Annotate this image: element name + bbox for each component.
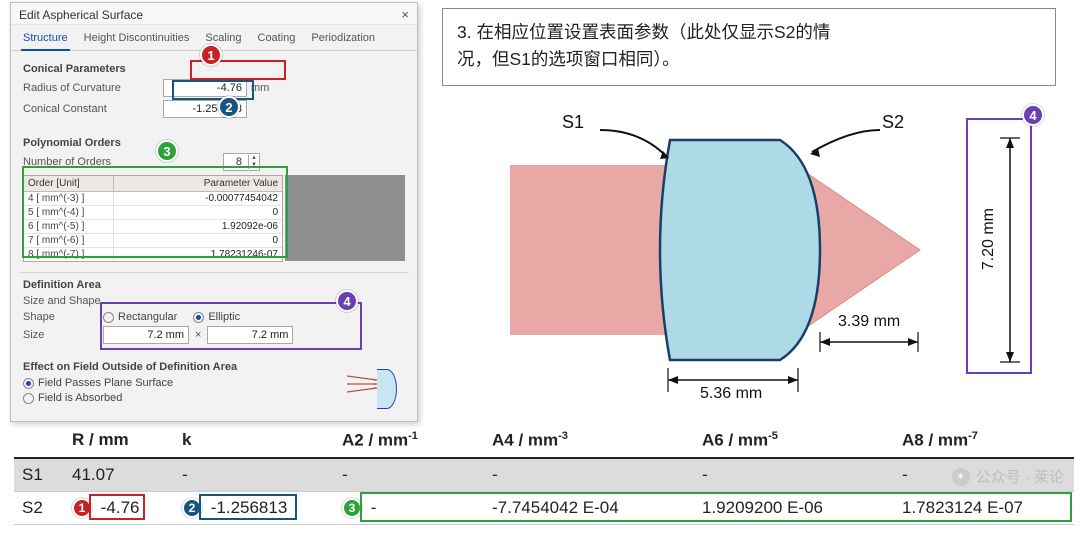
table-row-s2: S2 1 -4.76 2 -1.256813 3 - xyxy=(14,491,1074,525)
s2-name: S2 xyxy=(14,491,64,525)
effect-pass-radio[interactable]: Field Passes Plane Surface xyxy=(23,377,173,389)
spinner-up-icon[interactable]: ▲ xyxy=(249,155,259,162)
tab-coating[interactable]: Coating xyxy=(256,29,298,50)
grid-cell: 7 [ mm^(-6) ] xyxy=(24,234,114,247)
lens-height-label: 7.20 mm xyxy=(980,208,998,270)
badge-4: 4 xyxy=(336,290,358,312)
grid-cell: 4 [ mm^(-3) ] xyxy=(24,192,114,205)
badge-4-figure: 4 xyxy=(1022,104,1044,126)
radius-label: Radius of Curvature xyxy=(23,82,163,94)
poly-grid[interactable]: Order [Unit] Parameter Value 4 [ mm^(-3)… xyxy=(23,175,283,262)
tab-periodization[interactable]: Periodization xyxy=(309,29,377,50)
effect-absorb-radio[interactable]: Field is Absorbed xyxy=(23,392,122,404)
num-orders-spinner[interactable]: 8 ▲▼ xyxy=(223,153,260,171)
badge-3: 3 xyxy=(156,140,178,162)
grid-cell[interactable]: 0 xyxy=(114,206,282,219)
s1-R: 41.07 xyxy=(64,458,174,492)
grid-cell[interactable]: 1.78231246-07 xyxy=(114,248,282,261)
th-A8: A8 / mm-7 xyxy=(894,424,1074,458)
th-R: R / mm xyxy=(64,424,174,458)
badge-1-table: 1 xyxy=(72,498,92,518)
grid-cell: 6 [ mm^(-5) ] xyxy=(24,220,114,233)
grid-cell: 5 [ mm^(-4) ] xyxy=(24,206,114,219)
num-orders-label: Number of Orders xyxy=(23,156,163,168)
th-k: k xyxy=(174,424,334,458)
s2-A4: -7.7454042 E-04 xyxy=(484,491,694,525)
instruction-line2: 况，但S1的选项窗口相同）。 xyxy=(457,49,680,69)
shape-elliptic-radio[interactable]: Elliptic xyxy=(193,311,240,323)
radius-input[interactable]: -4.76 xyxy=(163,79,247,97)
size-times: × xyxy=(195,329,201,341)
s2-R: 1 -4.76 xyxy=(64,491,174,525)
tab-height-discontinuities[interactable]: Height Discontinuities xyxy=(82,29,192,50)
badge-2: 2 xyxy=(218,96,240,118)
grid-header-value: Parameter Value xyxy=(114,176,282,191)
s1-name: S1 xyxy=(14,458,64,492)
s1-A2: - xyxy=(334,458,484,492)
dialog-body: Conical Parameters Radius of Curvature -… xyxy=(11,51,417,415)
gap-label: 3.39 mm xyxy=(838,313,900,331)
th-A4: A4 / mm-3 xyxy=(484,424,694,458)
lens-width-label: 5.36 mm xyxy=(700,385,762,403)
instruction-line1: 3. 在相应位置设置表面参数（此处仅显示S2的情 xyxy=(457,22,830,42)
radius-unit: mm xyxy=(251,82,269,94)
grid-cell[interactable]: 0 xyxy=(114,234,282,247)
parameters-table: R / mm k A2 / mm-1 A4 / mm-3 A6 / mm-5 A… xyxy=(14,424,1064,525)
table-row-s1: S1 41.07 - - - - - xyxy=(14,458,1074,492)
lens-figure: S1 S2 5.36 mm 3.39 mm 7.20 mm 4 xyxy=(450,90,1060,390)
s1-A4: - xyxy=(484,458,694,492)
watermark: ✶ 公众号 · 莱论 xyxy=(952,466,1064,487)
wechat-icon: ✶ xyxy=(952,468,970,486)
s2-k: 2 -1.256813 xyxy=(174,491,334,525)
grid-grey-area xyxy=(285,175,405,261)
shape-label: Shape xyxy=(23,311,103,323)
s2-A2: 3 - xyxy=(334,491,484,525)
tab-structure[interactable]: Structure xyxy=(21,29,70,51)
s2-A6: 1.9209200 E-06 xyxy=(694,491,894,525)
conical-constant-label: Conical Constant xyxy=(23,103,163,115)
close-icon[interactable]: × xyxy=(401,7,409,22)
grid-cell[interactable]: -0.00077454042 xyxy=(114,192,282,205)
s1-k: - xyxy=(174,458,334,492)
size-x-input[interactable]: 7.2 mm xyxy=(103,326,189,344)
s1-A6: - xyxy=(694,458,894,492)
badge-3-table: 3 xyxy=(342,498,362,518)
s2-A8: 1.7823124 E-07 xyxy=(894,491,1074,525)
dialog-title: Edit Aspherical Surface xyxy=(19,8,143,22)
instruction-box: 3. 在相应位置设置表面参数（此处仅显示S2的情 况，但S1的选项窗口相同）。 xyxy=(442,8,1056,86)
num-orders-value: 8 xyxy=(224,156,248,168)
grid-cell[interactable]: 1.92092e-06 xyxy=(114,220,282,233)
shape-rectangular-radio[interactable]: Rectangular xyxy=(103,311,177,323)
grid-header-order: Order [Unit] xyxy=(24,176,114,191)
s2-label: S2 xyxy=(882,112,904,133)
spinner-down-icon[interactable]: ▼ xyxy=(249,162,259,169)
s1-label: S1 xyxy=(562,112,584,133)
poly-section-title: Polynomial Orders xyxy=(23,137,405,149)
badge-1: 1 xyxy=(200,44,222,66)
badge-2-table: 2 xyxy=(182,498,202,518)
effect-illustration xyxy=(347,367,397,411)
dialog-titlebar: Edit Aspherical Surface × xyxy=(11,3,417,25)
th-blank xyxy=(14,424,64,458)
size-label: Size xyxy=(23,329,103,341)
grid-cell: 8 [ mm^(-7) ] xyxy=(24,248,114,261)
th-A6: A6 / mm-5 xyxy=(694,424,894,458)
size-y-input[interactable]: 7.2 mm xyxy=(207,326,293,344)
th-A2: A2 / mm-1 xyxy=(334,424,484,458)
